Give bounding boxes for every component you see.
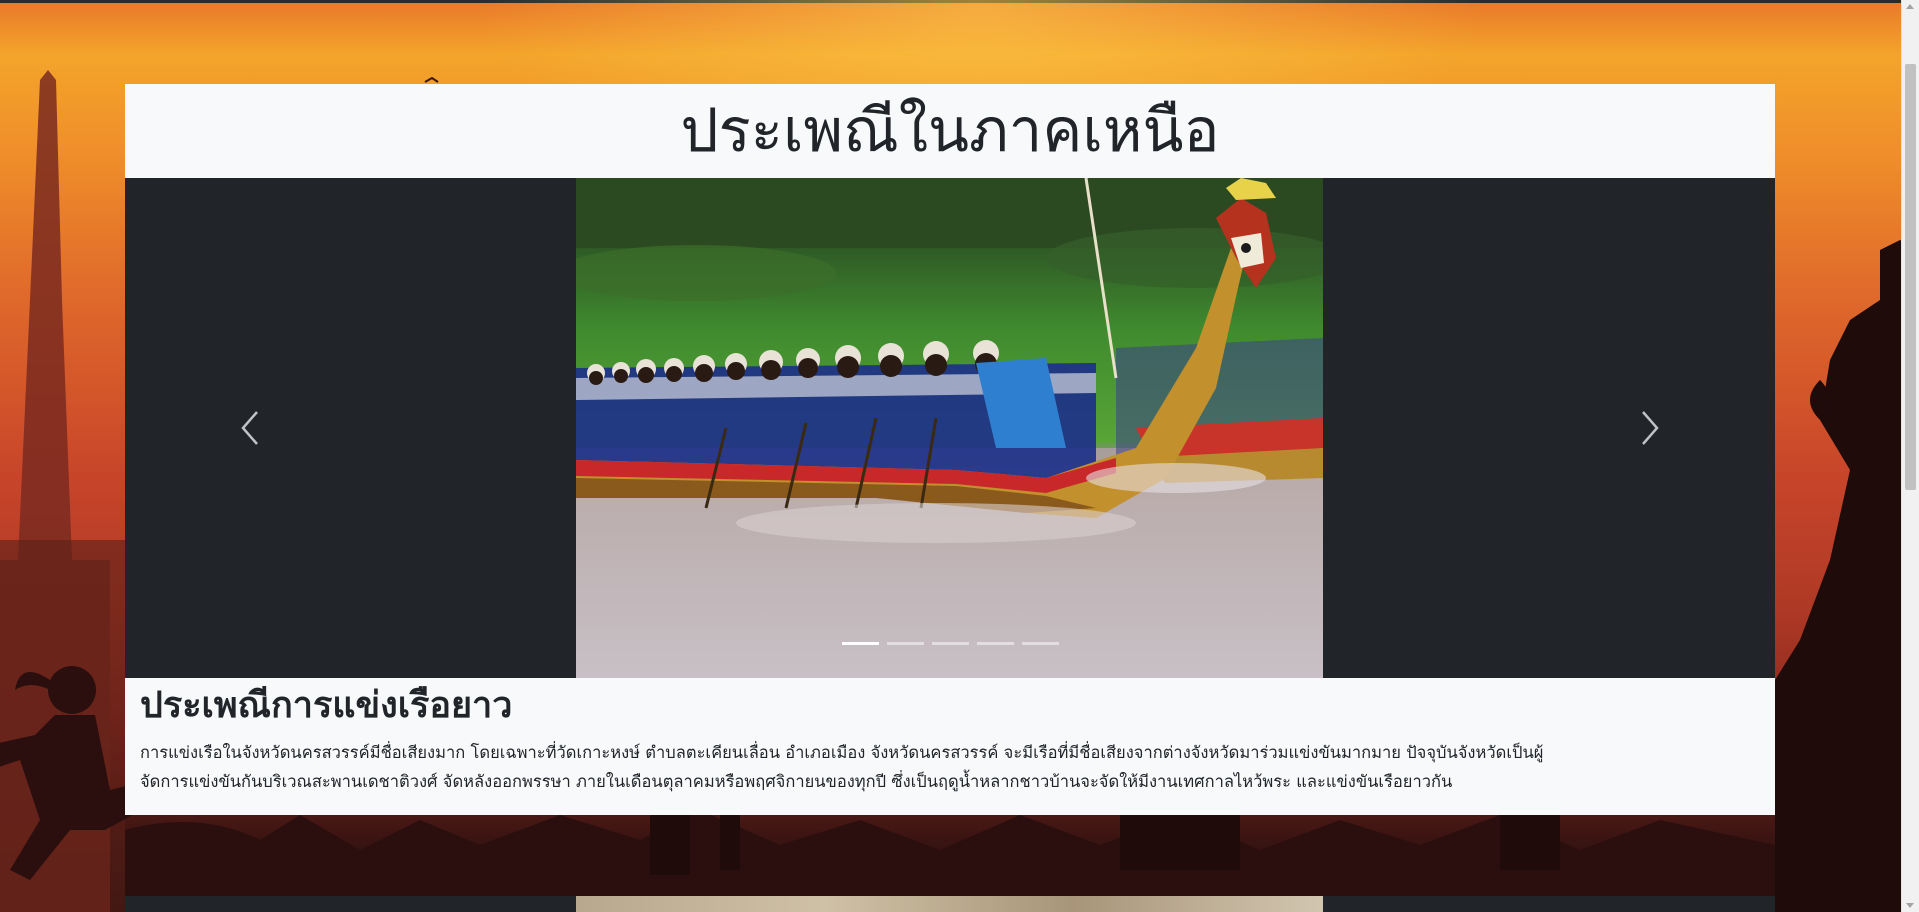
- caption-body-line-2: จัดการแข่งขันกันบริเวณสะพานเดชาติวงศ์ จั…: [140, 772, 1453, 791]
- scroll-down-arrow-icon[interactable]: [1906, 903, 1914, 908]
- scrollbar-thumb[interactable]: [1905, 64, 1916, 490]
- next-card-image: [576, 896, 1323, 912]
- chevron-right-icon: [1642, 411, 1659, 445]
- carousel-indicator-3[interactable]: [931, 642, 969, 645]
- carousel-next-button[interactable]: [1550, 178, 1750, 678]
- page-background: ประเพณีในภาคเหนือ ประเพณีการแข่งเรือยาว …: [0, 0, 1919, 912]
- carousel-indicator-2[interactable]: [886, 642, 924, 645]
- carousel-indicator-5[interactable]: [1021, 642, 1059, 645]
- slide-caption: ประเพณีการแข่งเรือยาว การแข่งเรือในจังหว…: [140, 678, 1760, 796]
- caption-body: การแข่งเรือในจังหวัดนครสวรรค์มีชื่อเสียง…: [140, 738, 1760, 796]
- carousel-indicators: [125, 642, 1775, 646]
- boat-racing-photo: [576, 178, 1323, 678]
- page-scrollbar[interactable]: [1901, 0, 1919, 912]
- carousel-indicator-1[interactable]: [841, 642, 879, 645]
- carousel-slide-image: [576, 178, 1323, 678]
- tradition-card: ประเพณีในภาคเหนือ ประเพณีการแข่งเรือยาว …: [125, 84, 1775, 815]
- caption-heading: ประเพณีการแข่งเรือยาว: [140, 685, 513, 726]
- image-carousel: [125, 178, 1775, 678]
- next-card-preview: [125, 896, 1775, 912]
- caption-body-line-1: การแข่งเรือในจังหวัดนครสวรรค์มีชื่อเสียง…: [140, 743, 1544, 762]
- carousel-indicator-4[interactable]: [976, 642, 1014, 645]
- page-title: ประเพณีในภาคเหนือ: [680, 96, 1220, 166]
- chevron-left-icon: [241, 411, 258, 445]
- carousel-prev-button[interactable]: [150, 178, 350, 678]
- scroll-up-arrow-icon[interactable]: [1906, 4, 1914, 9]
